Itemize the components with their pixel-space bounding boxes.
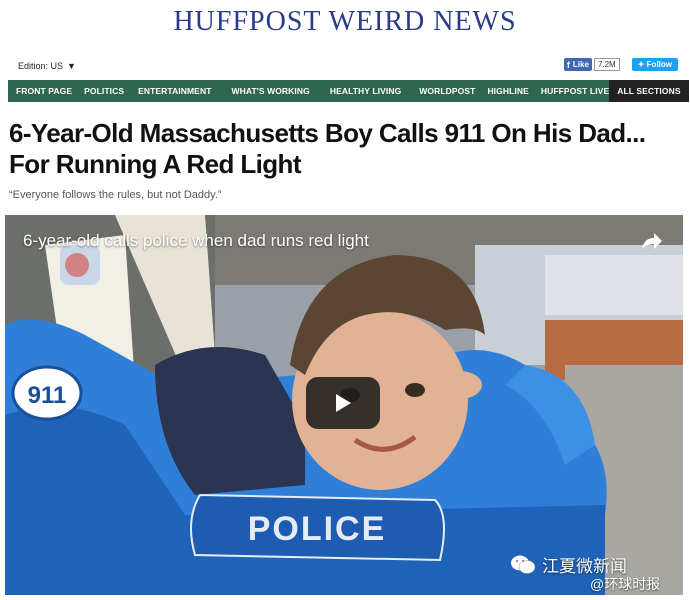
video-player[interactable]: 911 POLICE 6-year-old calls police when … bbox=[5, 215, 683, 595]
follow-label: Follow bbox=[646, 60, 672, 69]
nav-healthy-living[interactable]: HEALTHY LIVING bbox=[330, 80, 401, 102]
nav-worldpost[interactable]: WORLDPOST bbox=[419, 80, 475, 102]
nav-all-sections[interactable]: ALL SECTIONS bbox=[609, 80, 689, 102]
car-number-text: 911 bbox=[28, 382, 67, 409]
facebook-like-button[interactable]: f Like bbox=[563, 58, 592, 71]
nav-front-page[interactable]: FRONT PAGE bbox=[16, 80, 72, 102]
watermark-source: @环球时报 bbox=[590, 576, 661, 592]
headline-line-2: For Running A Red Light bbox=[9, 149, 301, 179]
nav-highline[interactable]: HIGHLINE bbox=[487, 80, 528, 102]
twitter-follow-button[interactable]: ✦ Follow bbox=[631, 58, 678, 71]
site-masthead[interactable]: HUFFPOST WEIRD NEWS bbox=[0, 6, 690, 38]
nav-huffpost-live[interactable]: HUFFPOST LIVE bbox=[541, 80, 609, 102]
article-headline: 6-Year-Old Massachusetts Boy Calls 911 O… bbox=[9, 118, 669, 180]
edition-label: Edition: US bbox=[18, 61, 64, 71]
car-police-text: POLICE bbox=[248, 510, 387, 548]
video-title[interactable]: 6-year-old calls police when dad runs re… bbox=[23, 231, 369, 251]
article-dek: “Everyone follows the rules, but not Dad… bbox=[9, 189, 222, 201]
social-buttons: f Like 7.2M ✦ Follow bbox=[563, 58, 678, 71]
play-button[interactable] bbox=[306, 377, 380, 429]
nav-entertainment[interactable]: ENTERTAINMENT bbox=[138, 80, 211, 102]
twitter-bird-icon: ✦ bbox=[637, 60, 647, 69]
facebook-icon: f bbox=[566, 59, 570, 70]
headline-line-1: 6-Year-Old Massachusetts Boy Calls 911 O… bbox=[9, 118, 646, 148]
share-icon[interactable] bbox=[641, 232, 663, 250]
like-count: 7.2M bbox=[593, 58, 620, 71]
caret-down-icon: ▼ bbox=[67, 61, 76, 71]
nav-politics[interactable]: POLITICS bbox=[84, 80, 124, 102]
edition-selector[interactable]: Edition: US ▼ bbox=[18, 61, 76, 71]
facebook-like-widget[interactable]: f Like 7.2M bbox=[563, 58, 620, 71]
nav-whats-working[interactable]: WHAT'S WORKING bbox=[231, 80, 309, 102]
play-icon bbox=[336, 394, 351, 412]
wechat-icon bbox=[510, 554, 536, 576]
like-label: Like bbox=[572, 60, 589, 69]
section-nav: FRONT PAGE POLITICS ENTERTAINMENT WHAT'S… bbox=[8, 80, 689, 102]
